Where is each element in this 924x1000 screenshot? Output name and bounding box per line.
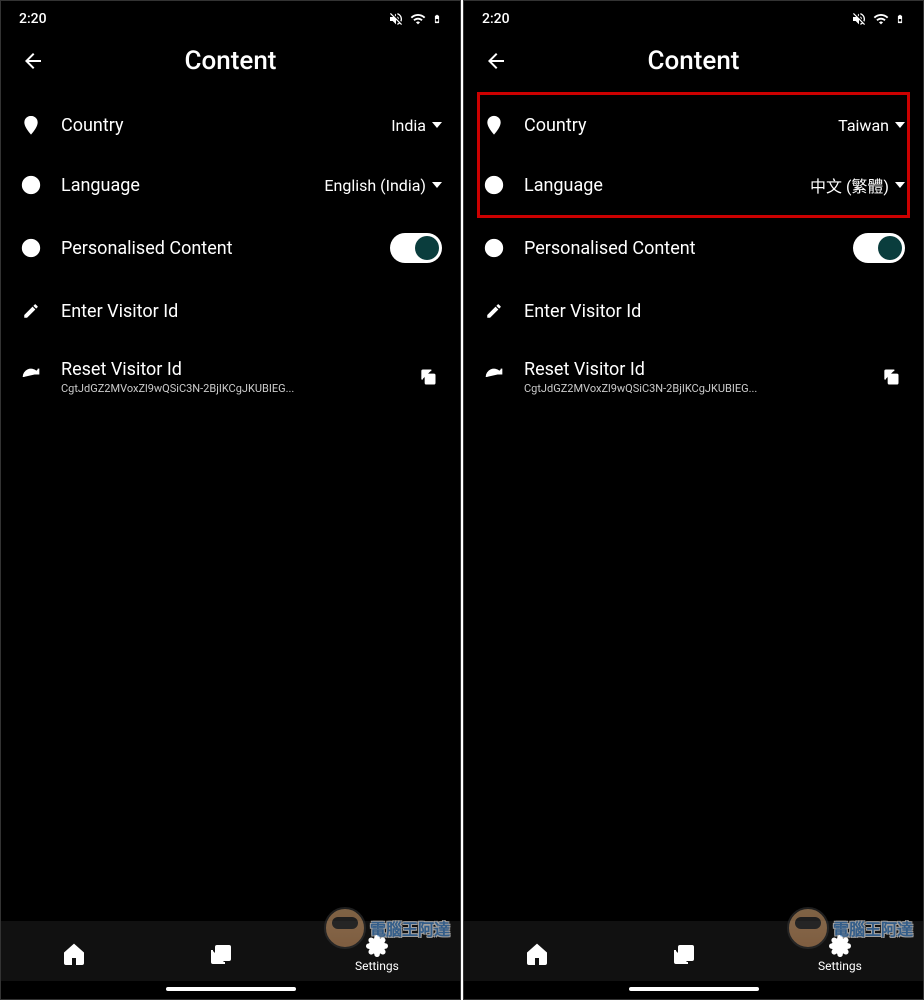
visitor-id-row[interactable]: Enter Visitor Id [480,281,907,341]
status-time: 2:20 [19,11,47,27]
language-value: 中文 (繁體) [810,173,905,197]
pencil-icon [482,299,506,323]
nav-home[interactable] [525,942,549,966]
watermark: 電腦王阿達 [787,907,913,949]
country-label: Country [524,115,820,136]
personalised-row[interactable]: Personalised Content [17,215,444,281]
mute-icon [851,11,867,27]
back-button[interactable] [482,47,510,75]
country-value: Taiwan [838,116,905,135]
location-icon [482,113,506,137]
globe-icon [482,173,506,197]
status-bar: 2:20 [464,1,923,33]
visitor-id-row[interactable]: Enter Visitor Id [17,281,444,341]
personalised-row[interactable]: Personalised Content [480,215,907,281]
country-label: Country [61,115,373,136]
reset-label: Reset Visitor Id [524,359,859,380]
reset-label: Reset Visitor Id [61,359,396,380]
personalised-label: Personalised Content [61,238,372,259]
nav-settings-label: Settings [818,959,862,973]
gesture-bar[interactable] [629,987,759,991]
watermark: 電腦王阿達 [324,907,450,949]
page-header: Content [1,33,460,95]
wifi-icon [410,11,426,27]
chevron-down-icon [895,182,905,188]
reset-token: CgtJdGZ2MVoxZl9wQSiC3N-2BjIKCgJKUBIEG... [524,382,859,395]
country-value: India [391,116,442,135]
language-row[interactable]: Language English (India) [17,155,444,215]
highlight-box: Country Taiwan Language 中文 (繁體) [477,92,910,218]
chevron-down-icon [432,182,442,188]
reset-token: CgtJdGZ2MVoxZl9wQSiC3N-2BjIKCgJKUBIEG... [61,382,396,395]
personalised-icon [482,236,506,260]
nav-library[interactable] [672,942,696,966]
location-icon [19,113,43,137]
reset-visitor-content: Reset Visitor Id CgtJdGZ2MVoxZl9wQSiC3N-… [524,359,859,395]
chevron-down-icon [432,122,442,128]
language-value: English (India) [324,176,442,195]
library-icon [672,942,696,966]
reset-visitor-content: Reset Visitor Id CgtJdGZ2MVoxZl9wQSiC3N-… [61,359,396,395]
back-button[interactable] [19,47,47,75]
language-label: Language [61,175,306,196]
battery-icon [895,11,905,27]
content-area: Country Taiwan Language 中文 (繁體) [464,95,923,921]
personalised-toggle[interactable] [390,233,442,263]
nav-home[interactable] [62,942,86,966]
watermark-face-icon [787,907,829,949]
personalised-icon [19,236,43,260]
copy-icon [881,367,901,387]
status-icons [388,11,442,27]
country-row[interactable]: Country India [17,95,444,155]
wifi-icon [873,11,889,27]
home-icon [62,942,86,966]
personalised-label: Personalised Content [524,238,835,259]
copy-button[interactable] [877,363,905,391]
nav-library[interactable] [209,942,233,966]
status-icons [851,11,905,27]
pencil-icon [19,299,43,323]
reset-visitor-row[interactable]: Reset Visitor Id CgtJdGZ2MVoxZl9wQSiC3N-… [480,341,907,413]
globe-icon [19,173,43,197]
copy-icon [418,367,438,387]
back-arrow-icon [484,49,508,73]
visitor-id-label: Enter Visitor Id [61,301,442,322]
country-row[interactable]: Country Taiwan [480,95,907,155]
page-title: Content [648,46,740,76]
refresh-icon [482,365,506,389]
watermark-face-icon [324,907,366,949]
personalised-toggle[interactable] [853,233,905,263]
nav-settings-label: Settings [355,959,399,973]
library-icon [209,942,233,966]
mute-icon [388,11,404,27]
status-bar: 2:20 [1,1,460,33]
copy-button[interactable] [414,363,442,391]
status-time: 2:20 [482,11,510,27]
home-icon [525,942,549,966]
gesture-bar[interactable] [166,987,296,991]
page-title: Content [185,46,277,76]
refresh-icon [19,365,43,389]
chevron-down-icon [895,122,905,128]
visitor-id-label: Enter Visitor Id [524,301,905,322]
page-header: Content [464,33,923,95]
content-area: Country India Language English (India) P… [1,95,460,921]
back-arrow-icon [21,49,45,73]
reset-visitor-row[interactable]: Reset Visitor Id CgtJdGZ2MVoxZl9wQSiC3N-… [17,341,444,413]
language-label: Language [524,175,792,196]
phone-screen-left: 2:20 Content Country India Langu [0,0,461,1000]
battery-icon [432,11,442,27]
phone-screen-right: 2:20 Content Country Taiwan [463,0,924,1000]
language-row[interactable]: Language 中文 (繁體) [480,155,907,215]
